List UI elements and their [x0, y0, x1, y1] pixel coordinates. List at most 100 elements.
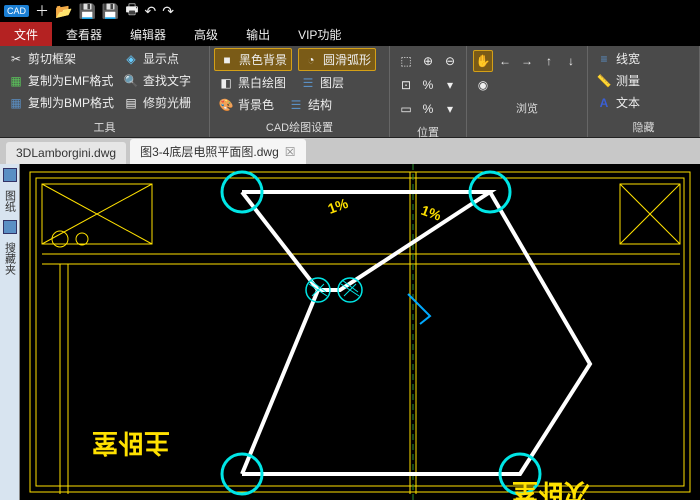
scale-icon: % — [420, 77, 436, 93]
black-bg-button[interactable]: ■黑色背景 — [214, 48, 292, 71]
menu-editor[interactable]: 编辑器 — [116, 22, 180, 46]
menu-file[interactable]: 文件 — [0, 22, 52, 46]
label: 显示点 — [143, 50, 179, 67]
pct-label-1: 1% — [326, 195, 351, 217]
pct-button[interactable]: % — [418, 98, 438, 120]
emf-icon: ▦ — [8, 73, 24, 89]
bw-drawing-button[interactable]: ◧黑白绘图 — [214, 72, 290, 93]
linewidth-icon: ≡ — [596, 51, 612, 67]
arrow-right-icon: → — [519, 53, 535, 69]
structure-icon: ☰ — [288, 97, 304, 113]
menu-advanced[interactable]: 高级 — [180, 22, 232, 46]
label: 修剪光栅 — [143, 94, 191, 111]
open-icon[interactable]: 📂 — [55, 3, 72, 20]
side-tab-favorites[interactable]: 搜藏夹 — [1, 238, 19, 279]
tab-label: 图3-4底层电照平面图.dwg — [140, 143, 279, 160]
dropdown-button[interactable]: ▾ — [440, 74, 460, 96]
pan-button[interactable]: ✋ — [473, 50, 493, 72]
drawing-canvas[interactable]: 1% 1% 主卧室 次卧室 — [20, 164, 700, 500]
zoom-in-button[interactable]: ⊕ — [418, 50, 438, 72]
redo-icon[interactable]: ↷ — [162, 3, 174, 20]
measure-button[interactable]: 📏测量 — [592, 70, 695, 91]
smooth-arc-button[interactable]: ◔圆滑弧形 — [298, 48, 376, 71]
label: 黑色背景 — [239, 51, 287, 68]
nav-up-button[interactable]: ↑ — [539, 50, 559, 72]
pct-label-2: 1% — [419, 202, 444, 224]
ribbon: ✂剪切框架 ▦复制为EMF格式 ▦复制为BMP格式 ◈显示点 🔍查找文字 ▤修剪… — [0, 46, 700, 138]
ribbon-group-position: ⬚ ⊕ ⊖ ⊡ % ▾ ▭ % ▾ 位置 — [390, 46, 467, 137]
bg-color-button[interactable]: 🎨背景色 — [214, 94, 278, 115]
zoom-rect-button[interactable]: ⬚ — [396, 50, 416, 72]
nav-down-button[interactable]: ↓ — [561, 50, 581, 72]
new-icon[interactable]: ＋ — [35, 1, 49, 21]
menu-output[interactable]: 输出 — [232, 22, 284, 46]
text-button[interactable]: A文本 — [592, 92, 695, 113]
title-bar: CAD ＋ 📂 💾 💾 🖶 ↶ ↷ — [0, 0, 700, 22]
scissors-icon: ✂ — [8, 51, 24, 67]
chevron-down-icon: ▾ — [442, 101, 458, 117]
nav-right-button[interactable]: → — [517, 50, 537, 72]
search-icon: 🔍 — [123, 73, 139, 89]
group-label-tools: 工具 — [4, 117, 205, 135]
clip-frame-button[interactable]: ✂剪切框架 — [4, 48, 118, 69]
home-icon: ◉ — [475, 77, 491, 93]
doc-tab-2[interactable]: 图3-4底层电照平面图.dwg ☒ — [130, 139, 305, 164]
doc-tab-1[interactable]: 3DLamborgini.dwg — [6, 142, 126, 164]
label: 背景色 — [238, 96, 274, 113]
copy-bmp-button[interactable]: ▦复制为BMP格式 — [4, 92, 118, 113]
bmp-icon: ▦ — [8, 95, 24, 111]
linewidth-button[interactable]: ≡线宽 — [592, 48, 695, 69]
raster-button[interactable]: ▤修剪光栅 — [119, 92, 195, 113]
select-button[interactable]: ▭ — [396, 98, 416, 120]
group-label-hide: 隐藏 — [592, 117, 695, 135]
zoom-out-button[interactable]: ⊖ — [440, 50, 460, 72]
ribbon-group-browse: ✋ ← → ↑ ↓ ◉ 浏览 — [467, 46, 588, 137]
scale-button[interactable]: % — [418, 74, 438, 96]
bw-icon: ◧ — [218, 75, 234, 91]
layer-button[interactable]: ☰图层 — [296, 72, 348, 93]
label: 文本 — [616, 94, 640, 111]
menu-viewer[interactable]: 查看器 — [52, 22, 116, 46]
main-area: 图纸 搜藏夹 — [0, 164, 700, 500]
ruler-icon: 📏 — [596, 73, 612, 89]
group-label-browse: 浏览 — [471, 98, 583, 116]
select-icon: ▭ — [398, 101, 414, 117]
copy-emf-button[interactable]: ▦复制为EMF格式 — [4, 70, 118, 91]
show-point-button[interactable]: ◈显示点 — [119, 48, 195, 69]
layer-icon: ☰ — [300, 75, 316, 91]
close-icon[interactable]: ☒ — [285, 145, 296, 159]
label: 查找文字 — [143, 72, 191, 89]
saveas-icon[interactable]: 💾 — [102, 3, 119, 20]
home-button[interactable]: ◉ — [473, 74, 493, 96]
structure-button[interactable]: ☰结构 — [284, 94, 336, 115]
label: 测量 — [616, 72, 640, 89]
undo-icon[interactable]: ↶ — [145, 3, 157, 20]
fit-icon: ⊡ — [398, 77, 414, 93]
label: 结构 — [308, 96, 332, 113]
label: 线宽 — [616, 50, 640, 67]
arc-icon: ◔ — [303, 52, 319, 68]
chevron-down-icon: ▾ — [442, 77, 458, 93]
zoom-in-icon: ⊕ — [420, 53, 436, 69]
pct-icon: % — [420, 101, 436, 117]
fit-button[interactable]: ⊡ — [396, 74, 416, 96]
menu-vip[interactable]: VIP功能 — [284, 22, 355, 46]
label: 圆滑弧形 — [323, 51, 371, 68]
side-icon-1[interactable] — [3, 168, 17, 182]
arrow-up-icon: ↑ — [541, 53, 557, 69]
hand-icon: ✋ — [475, 53, 491, 69]
zoom-rect-icon: ⬚ — [398, 53, 414, 69]
room-label-2: 次卧室 — [512, 478, 590, 500]
label: 复制为EMF格式 — [28, 72, 113, 89]
nav-left-button[interactable]: ← — [495, 50, 515, 72]
save-icon[interactable]: 💾 — [78, 3, 95, 20]
side-panel: 图纸 搜藏夹 — [0, 164, 20, 500]
find-text-button[interactable]: 🔍查找文字 — [119, 70, 195, 91]
side-tab-drawings[interactable]: 图纸 — [1, 186, 19, 216]
dropdown2-button[interactable]: ▾ — [440, 98, 460, 120]
label: 图层 — [320, 74, 344, 91]
tab-label: 3DLamborgini.dwg — [16, 146, 116, 160]
side-icon-2[interactable] — [3, 220, 17, 234]
label: 复制为BMP格式 — [28, 94, 114, 111]
print-icon[interactable]: 🖶 — [125, 0, 138, 23]
